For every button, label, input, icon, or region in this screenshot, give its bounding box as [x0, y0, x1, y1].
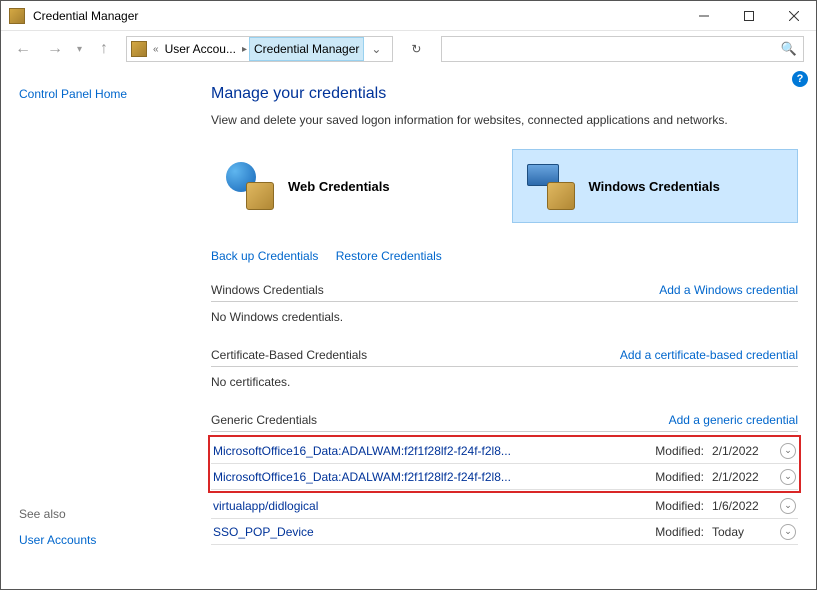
up-button[interactable]: ↑ [90, 35, 118, 63]
web-credentials-card[interactable]: Web Credentials [211, 149, 498, 223]
modified-label: Modified: [655, 444, 704, 458]
modified-value: 2/1/2022 [712, 470, 772, 484]
history-dropdown[interactable]: ▾ [73, 44, 86, 55]
windows-credentials-label: Windows Credentials [589, 179, 720, 194]
windows-credentials-empty: No Windows credentials. [211, 308, 798, 324]
certificate-credentials-title: Certificate-Based Credentials [211, 348, 367, 362]
modified-value: Today [712, 525, 772, 539]
chevron-down-icon[interactable]: ⌄ [780, 443, 796, 459]
web-credentials-icon [226, 162, 274, 210]
credential-name: virtualapp/didlogical [213, 499, 647, 513]
generic-credentials-list: MicrosoftOffice16_Data:ADALWAM:f2f1f28lf… [211, 435, 798, 545]
help-icon[interactable]: ? [792, 71, 808, 87]
breadcrumb[interactable]: « User Accou... ▸ Credential Manager ⌄ [126, 36, 393, 62]
credential-name: SSO_POP_Device [213, 525, 647, 539]
modified-label: Modified: [655, 470, 704, 484]
breadcrumb-part-user-accounts[interactable]: User Accou... [161, 37, 240, 61]
certificate-credentials-section: Certificate-Based Credentials Add a cert… [211, 348, 798, 389]
close-button[interactable] [771, 1, 816, 30]
credential-name: MicrosoftOffice16_Data:ADALWAM:f2f1f28lf… [213, 444, 647, 458]
windows-credentials-title: Windows Credentials [211, 283, 324, 297]
sidebar: Control Panel Home See also User Account… [1, 67, 201, 589]
highlighted-credentials: MicrosoftOffice16_Data:ADALWAM:f2f1f28lf… [208, 435, 801, 493]
windows-credentials-icon [527, 162, 575, 210]
user-accounts-link[interactable]: User Accounts [19, 533, 183, 547]
window-title: Credential Manager [33, 9, 681, 23]
see-also-label: See also [19, 507, 183, 521]
chevron-down-icon[interactable]: ⌄ [780, 498, 796, 514]
search-icon: 🔍 [781, 41, 797, 57]
window-controls [681, 1, 816, 30]
windows-credentials-section: Windows Credentials Add a Windows creden… [211, 283, 798, 324]
generic-credentials-title: Generic Credentials [211, 413, 317, 427]
page-description: View and delete your saved logon informa… [211, 113, 798, 127]
backup-credentials-link[interactable]: Back up Credentials [211, 249, 318, 263]
titlebar: Credential Manager [1, 1, 816, 31]
credential-row[interactable]: MicrosoftOffice16_Data:ADALWAM:f2f1f28lf… [211, 464, 798, 490]
breadcrumb-dropdown[interactable]: ⌄ [364, 42, 388, 56]
credential-row[interactable]: virtualapp/didlogical Modified: 1/6/2022… [211, 493, 798, 519]
modified-value: 1/6/2022 [712, 499, 772, 513]
chevron-right-icon: ▸ [240, 44, 249, 55]
credential-row[interactable]: MicrosoftOffice16_Data:ADALWAM:f2f1f28lf… [211, 438, 798, 464]
navbar: ← → ▾ ↑ « User Accou... ▸ Credential Man… [1, 31, 816, 67]
breadcrumb-part-credential-manager[interactable]: Credential Manager [249, 37, 364, 61]
modified-label: Modified: [655, 525, 704, 539]
control-panel-home-link[interactable]: Control Panel Home [19, 87, 183, 101]
add-windows-credential-link[interactable]: Add a Windows credential [659, 283, 798, 297]
maximize-button[interactable] [726, 1, 771, 30]
restore-credentials-link[interactable]: Restore Credentials [336, 249, 442, 263]
chevron-down-icon[interactable]: ⌄ [780, 524, 796, 540]
web-credentials-label: Web Credentials [288, 179, 390, 194]
add-certificate-credential-link[interactable]: Add a certificate-based credential [620, 348, 798, 362]
minimize-button[interactable] [681, 1, 726, 30]
app-icon [9, 8, 25, 24]
generic-credentials-section: Generic Credentials Add a generic creden… [211, 413, 798, 545]
chevron-down-icon[interactable]: ⌄ [780, 469, 796, 485]
credential-row[interactable]: SSO_POP_Device Modified: Today ⌄ [211, 519, 798, 545]
modified-value: 2/1/2022 [712, 444, 772, 458]
breadcrumb-chevrons: « [151, 44, 161, 55]
forward-button[interactable]: → [41, 35, 69, 63]
page-title: Manage your credentials [211, 85, 798, 103]
breadcrumb-icon [131, 41, 147, 57]
refresh-button[interactable]: ↻ [403, 36, 429, 62]
main-content: ? Manage your credentials View and delet… [201, 67, 816, 589]
modified-label: Modified: [655, 499, 704, 513]
certificate-credentials-empty: No certificates. [211, 373, 798, 389]
credential-name: MicrosoftOffice16_Data:ADALWAM:f2f1f28lf… [213, 470, 647, 484]
search-input[interactable]: 🔍 [441, 36, 804, 62]
windows-credentials-card[interactable]: Windows Credentials [512, 149, 799, 223]
back-button[interactable]: ← [9, 35, 37, 63]
add-generic-credential-link[interactable]: Add a generic credential [669, 413, 798, 427]
